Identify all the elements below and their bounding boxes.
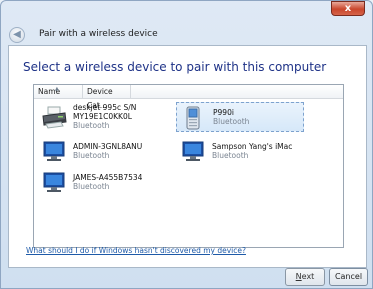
back-button[interactable]: ◀ xyxy=(9,27,25,43)
page-heading: Select a wireless device to pair with th… xyxy=(23,60,327,74)
list-item-device-selected[interactable]: P990i Bluetooth xyxy=(176,102,304,132)
device-type: Bluetooth xyxy=(73,182,110,191)
printer-icon xyxy=(42,106,67,129)
cancel-button[interactable]: Cancel xyxy=(329,268,368,286)
device-type: Bluetooth xyxy=(213,117,250,126)
column-header-name[interactable]: Name ▲ xyxy=(34,85,83,99)
next-button[interactable]: Next xyxy=(285,268,325,286)
dialog-title: Pair with a wireless device xyxy=(39,29,158,39)
column-header-device-category[interactable]: Device Cat... xyxy=(83,85,131,110)
device-type: Bluetooth xyxy=(73,151,110,160)
device-name: deskjet 995c S/N MY19E1C0KK0L xyxy=(73,103,137,121)
help-link[interactable]: What should I do if Windows hasn't disco… xyxy=(26,246,246,255)
device-list[interactable]: Name ▲ Device Cat... deskjet 995c S/N MY… xyxy=(33,84,344,248)
list-item-device[interactable]: JAMES-A455B7534 Bluetooth xyxy=(37,168,165,198)
device-name: P990i xyxy=(213,108,234,117)
device-name: JAMES-A455B7534 xyxy=(73,173,143,182)
pair-wireless-device-window: x ◀ Pair with a wireless device Select a… xyxy=(0,0,373,289)
column-header-filler xyxy=(131,85,343,99)
computer-icon xyxy=(43,141,65,161)
device-name: ADMIN-3GNL8ANU xyxy=(73,142,143,151)
content-panel: Select a wireless device to pair with th… xyxy=(8,45,367,268)
back-arrow-icon: ◀ xyxy=(13,29,21,40)
phone-icon xyxy=(186,106,200,130)
list-item-device[interactable]: deskjet 995c S/N MY19E1C0KK0L Bluetooth xyxy=(37,102,165,132)
device-type: Bluetooth xyxy=(73,121,110,130)
list-item-device[interactable]: Sampson Yang's iMac Bluetooth xyxy=(176,137,304,167)
device-name: Sampson Yang's iMac xyxy=(212,142,293,151)
computer-icon xyxy=(182,141,204,161)
sort-arrow-icon: ▲ xyxy=(55,86,59,92)
computer-icon xyxy=(43,172,65,192)
device-type: Bluetooth xyxy=(212,151,249,160)
list-item-device[interactable]: ADMIN-3GNL8ANU Bluetooth xyxy=(37,137,165,167)
title-bar: ◀ Pair with a wireless device xyxy=(1,1,372,45)
